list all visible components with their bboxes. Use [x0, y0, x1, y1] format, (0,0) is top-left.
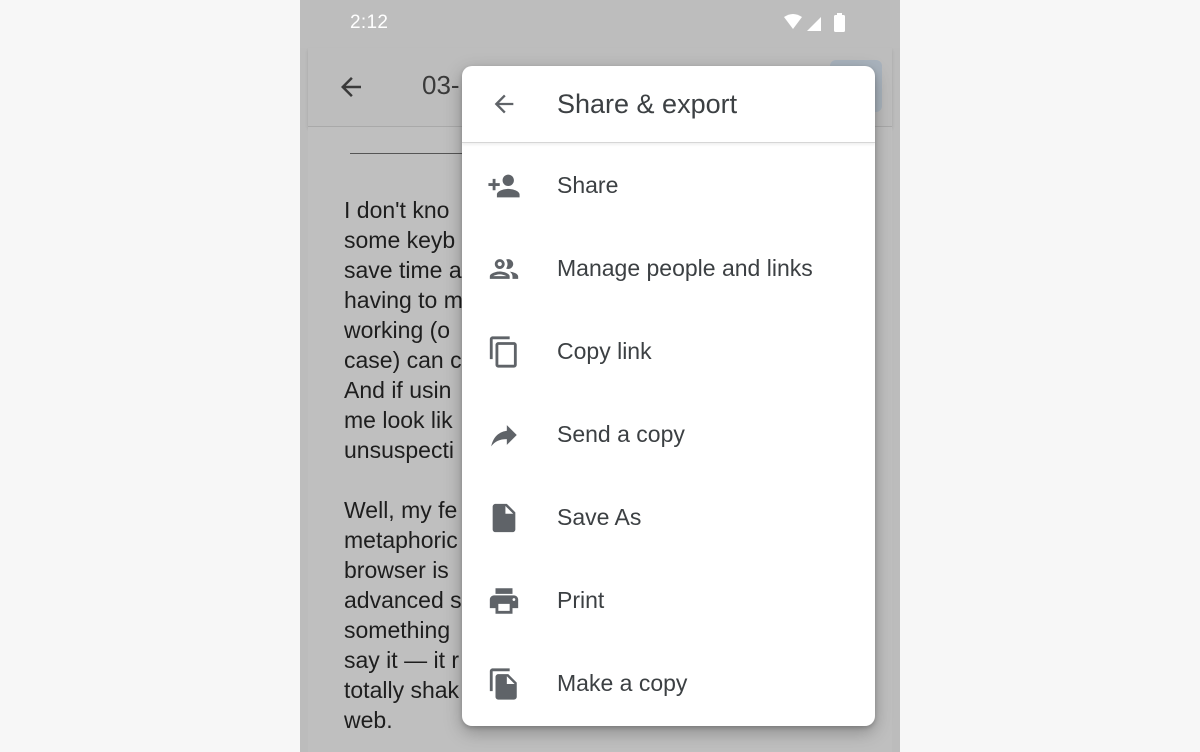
person-add-icon — [488, 174, 520, 198]
status-bar: 2:12 — [300, 0, 900, 48]
toolbar-back-button[interactable] — [336, 72, 366, 102]
copy-icon — [489, 336, 517, 368]
document-title: 03- — [422, 70, 460, 100]
forward-arrow-icon — [491, 425, 517, 447]
menu-header: Share & export — [462, 66, 875, 143]
file-icon — [492, 503, 516, 533]
menu-item-label: Copy link — [557, 338, 652, 364]
menu-title: Share & export — [557, 89, 738, 119]
people-icon — [489, 259, 519, 279]
menu-item-label: Send a copy — [557, 421, 685, 447]
menu-item-send-copy[interactable]: Send a copy — [462, 393, 875, 476]
menu-item-label: Save As — [557, 504, 642, 530]
arrow-back-icon — [341, 77, 361, 97]
menu-item-make-copy[interactable]: Make a copy — [462, 642, 875, 725]
status-time: 2:12 — [350, 12, 389, 33]
menu-item-manage-people[interactable]: Manage people and links — [462, 227, 875, 310]
screenshot-stage: 2:12 03- I don't kno some keyb save time… — [0, 0, 1200, 752]
print-icon — [489, 588, 519, 614]
menu-item-copy-link[interactable]: Copy link — [462, 310, 875, 393]
file-copy-icon — [489, 668, 517, 700]
battery-icon — [834, 13, 845, 32]
menu-back-button[interactable] — [490, 90, 518, 118]
share-export-menu: Share & export Share Manage people and l… — [462, 66, 875, 726]
signal-icon — [807, 17, 821, 31]
menu-item-label: Share — [557, 172, 619, 198]
menu-item-share[interactable]: Share — [462, 144, 875, 227]
menu-item-label: Make a copy — [557, 670, 688, 696]
menu-item-label: Print — [557, 587, 605, 613]
menu-item-label: Manage people and links — [557, 255, 813, 281]
wifi-icon — [784, 14, 802, 29]
arrow-back-icon — [494, 94, 514, 114]
menu-item-print[interactable]: Print — [462, 559, 875, 642]
menu-item-save-as[interactable]: Save As — [462, 476, 875, 559]
status-icons — [782, 12, 852, 36]
